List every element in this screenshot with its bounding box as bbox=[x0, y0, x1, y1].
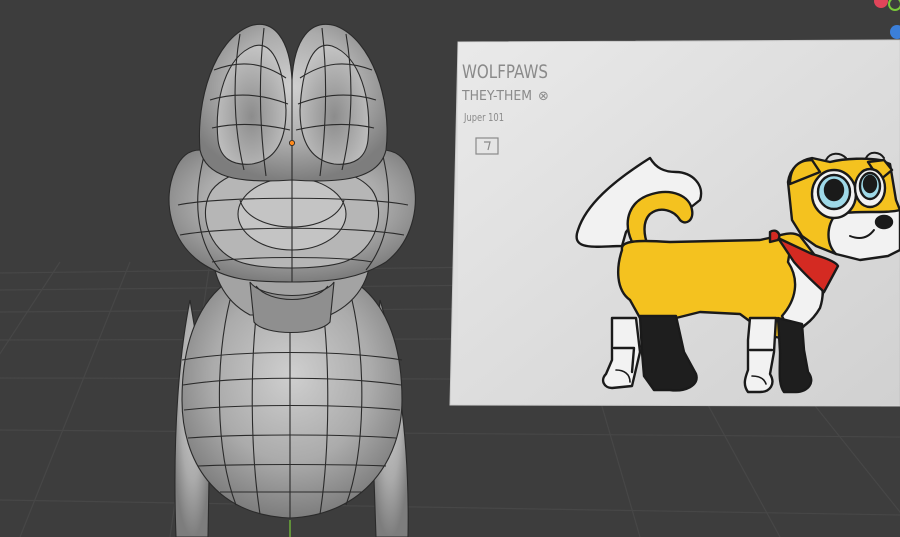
object-origin-icon[interactable] bbox=[288, 139, 295, 146]
navigation-gizmo[interactable] bbox=[860, 0, 900, 44]
z-axis-icon[interactable] bbox=[890, 25, 900, 39]
3d-viewport[interactable]: WOLFPAWS THEY-THEM ⊗ Juper 101 bbox=[0, 0, 900, 537]
x-axis-icon[interactable] bbox=[874, 0, 888, 8]
mesh-eyes bbox=[198, 23, 388, 182]
dog-mesh-object[interactable] bbox=[0, 0, 900, 537]
y-axis-icon[interactable] bbox=[888, 0, 900, 11]
